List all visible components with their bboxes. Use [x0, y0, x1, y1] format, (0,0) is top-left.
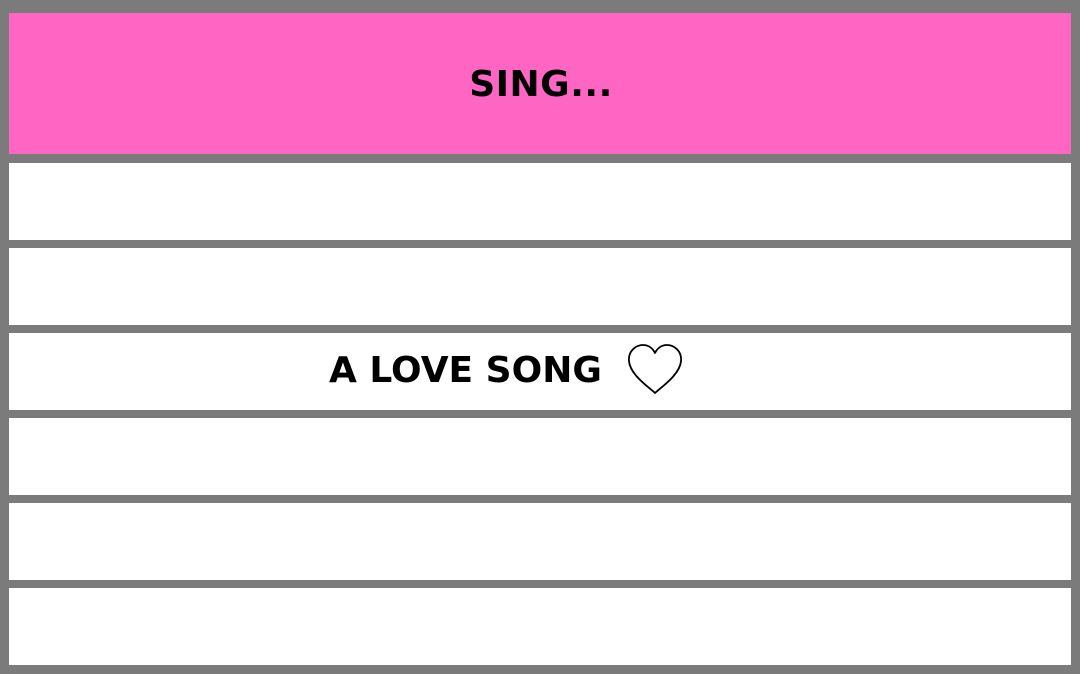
header-banner: SING...	[9, 13, 1071, 154]
song-label: A LOVE SONG	[329, 350, 602, 391]
list-row	[9, 588, 1071, 665]
list-row	[9, 248, 1071, 325]
list-row	[9, 503, 1071, 580]
list-row: A LOVE SONG	[9, 333, 1071, 410]
list-row	[9, 418, 1071, 495]
list-row	[9, 163, 1071, 240]
heart-icon	[626, 343, 684, 397]
header-title: SING...	[469, 64, 613, 105]
list-board: SING... A LOVE SONG	[0, 0, 1080, 674]
